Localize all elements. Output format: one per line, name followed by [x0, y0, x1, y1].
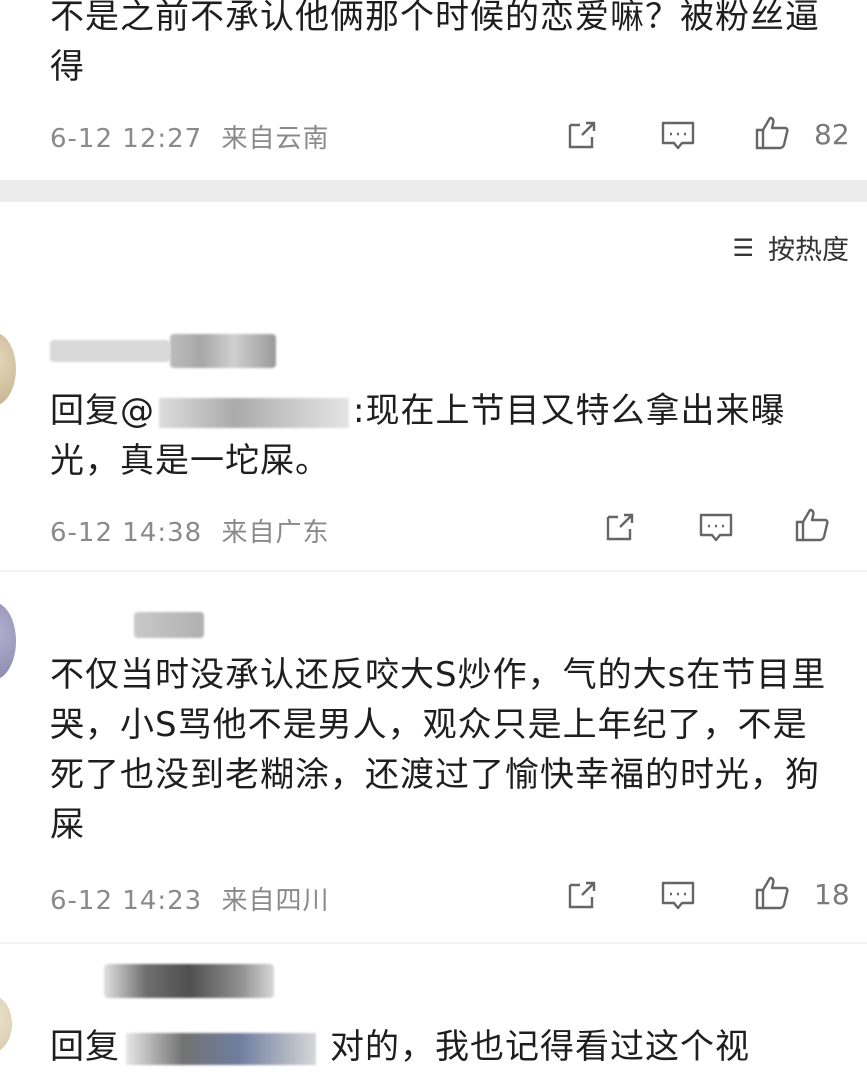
- comment-body: 对的，我也记得看过这个视: [330, 1027, 750, 1067]
- like-icon[interactable]: [752, 113, 792, 153]
- comment-text: 回复@:现在上节目又特么拿出来曝光，真是一坨屎。: [50, 386, 840, 486]
- section-separator: [0, 180, 867, 202]
- comment-text: 不仅当时没承认还反咬大S炒作，气的大s在节目里哭，小S骂他不是男人，观众只是上年…: [50, 655, 827, 845]
- comment-location: 来自云南: [221, 124, 330, 154]
- username-blurred: [134, 612, 204, 638]
- mention-blurred[interactable]: [126, 1032, 316, 1065]
- comment-meta: 6-12 12:27 来自云南: [50, 118, 329, 155]
- comment-location: 来自四川: [221, 886, 330, 916]
- sort-toggle[interactable]: ☰ 按热度: [732, 228, 849, 267]
- avatar[interactable]: [0, 332, 16, 406]
- comment-card-4: 回复 对的，我也记得看过这个视: [0, 944, 867, 1080]
- avatar[interactable]: [0, 602, 16, 680]
- sort-icon: ☰: [732, 233, 754, 262]
- share-icon[interactable]: [562, 875, 602, 915]
- comment-location: 来自广东: [221, 518, 330, 548]
- avatar[interactable]: [0, 994, 12, 1054]
- share-icon[interactable]: [600, 507, 640, 547]
- sort-label: 按热度: [768, 235, 849, 266]
- like-count: 18: [814, 878, 850, 911]
- comment-icon[interactable]: [696, 507, 736, 547]
- comment-date: 6-12 12:27: [50, 124, 203, 154]
- username-blurred: [170, 334, 276, 368]
- reply-prefix: 回复: [50, 1027, 120, 1067]
- username-blurred: [104, 964, 274, 998]
- comment-text: 不是之前不承认他俩那个时候的恋爱嘛？被粉丝逼得: [50, 0, 820, 87]
- comment-text: 回复 对的，我也记得看过这个视: [50, 1022, 840, 1072]
- share-icon[interactable]: [562, 115, 602, 155]
- comment-card-1: 不是之前不承认他俩那个时候的恋爱嘛？被粉丝逼得 6-12 12:27 来自云南 …: [0, 0, 867, 180]
- comment-meta: 6-12 14:38 来自广东: [50, 512, 329, 549]
- like-count: 82: [814, 118, 850, 151]
- mention-blurred[interactable]: [159, 397, 349, 428]
- username-blurred: [50, 340, 170, 362]
- reply-prefix: 回复@: [50, 391, 155, 431]
- like-icon[interactable]: [752, 873, 792, 913]
- comment-icon[interactable]: [658, 115, 698, 155]
- comment-icon[interactable]: [658, 875, 698, 915]
- comment-meta: 6-12 14:23 来自四川: [50, 880, 329, 917]
- comment-date: 6-12 14:38: [50, 518, 203, 548]
- like-icon[interactable]: [792, 505, 832, 545]
- comment-card-3: 不仅当时没承认还反咬大S炒作，气的大s在节目里哭，小S骂他不是男人，观众只是上年…: [0, 572, 867, 942]
- comment-date: 6-12 14:23: [50, 886, 203, 916]
- comment-card-2: ☰ 按热度 回复@:现在上节目又特么拿出来曝光，真是一坨屎。 6-12 14:3…: [0, 202, 867, 570]
